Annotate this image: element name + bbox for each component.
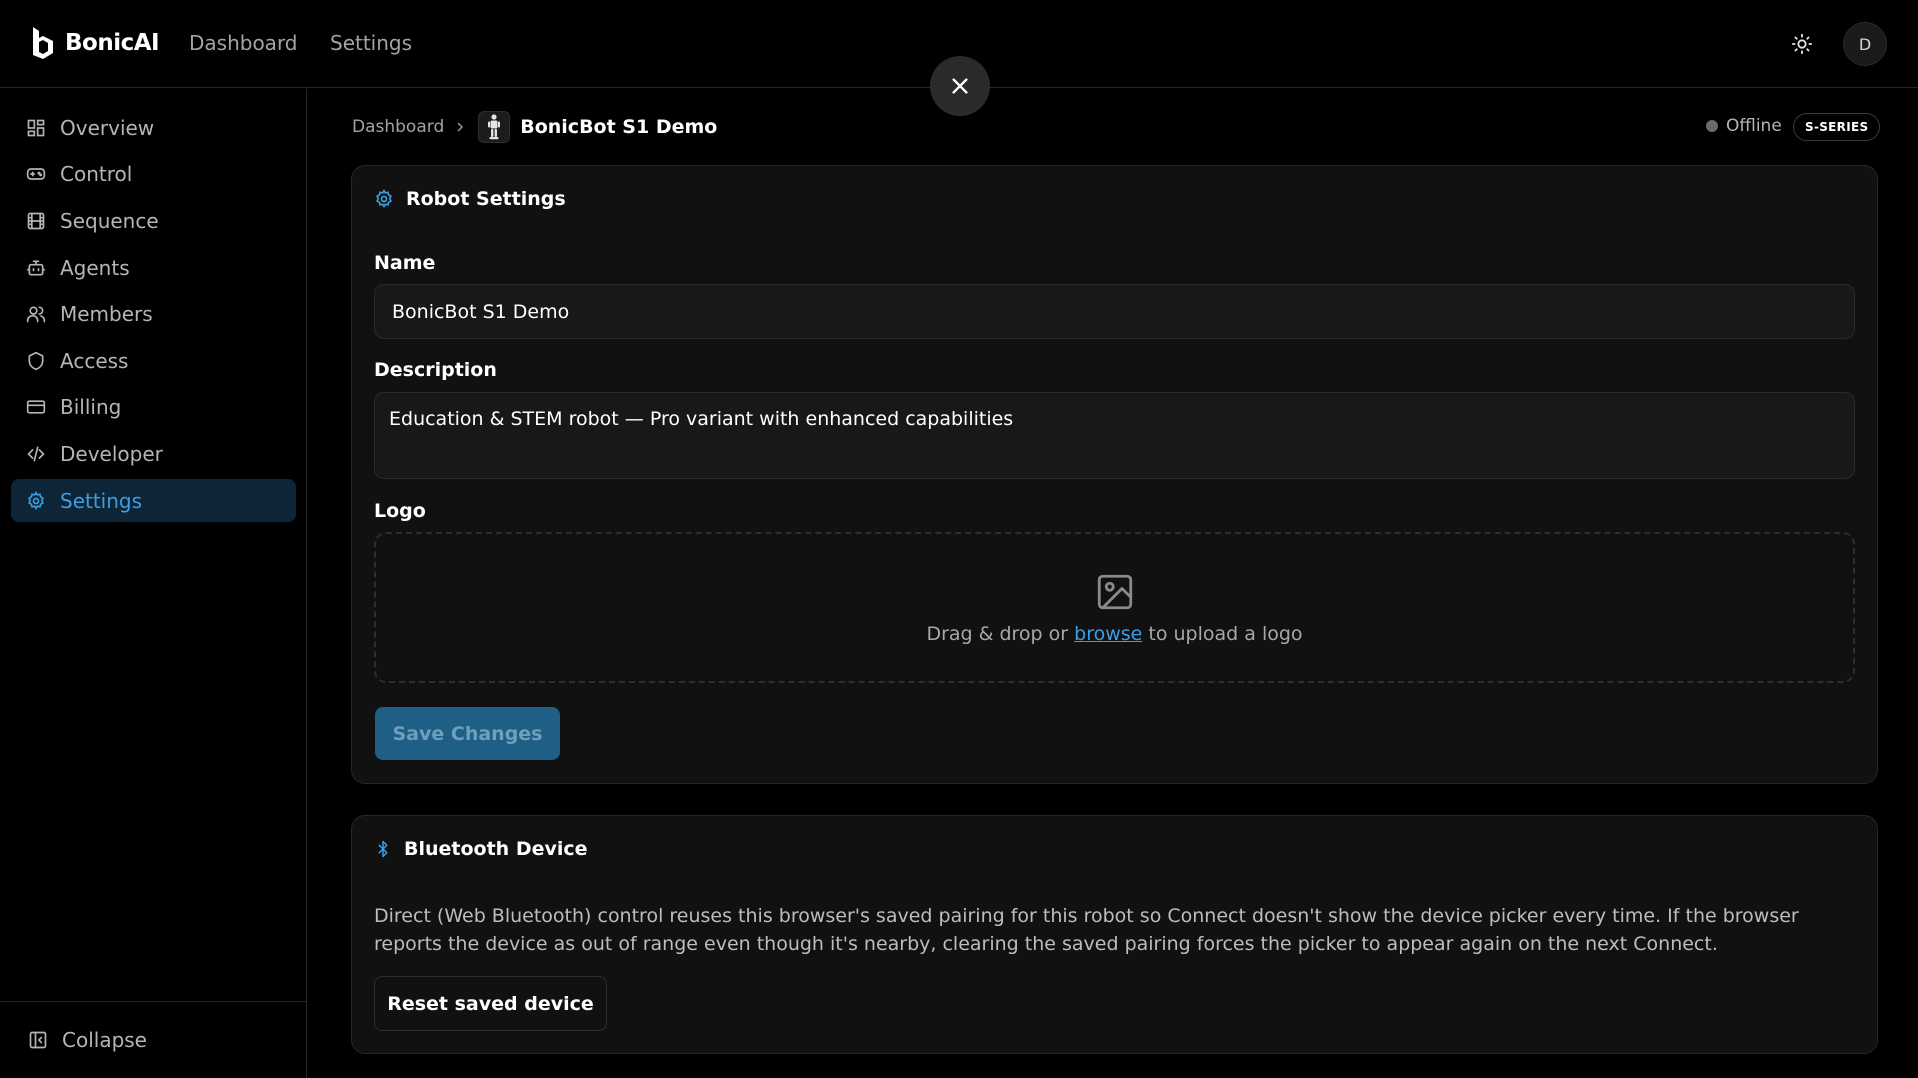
dropzone-suffix: to upload a logo (1148, 622, 1303, 645)
sidebar-item-label: Access (60, 348, 129, 373)
collapse-button[interactable]: Collapse (28, 1028, 147, 1052)
film-icon (27, 212, 45, 229)
status-indicator: Offline (1706, 116, 1782, 136)
bluetooth-description: Direct (Web Bluetooth) control reuses th… (374, 905, 1799, 955)
dropzone-text: Drag & drop or browse to upload a logo (926, 623, 1302, 645)
sidebar-item-agents[interactable]: Agents (11, 246, 296, 289)
sidebar-item-label: Billing (60, 394, 122, 419)
breadcrumb: Dashboard BonicBot S1 Demo (352, 110, 717, 144)
brand-name: BonicAI (65, 30, 160, 56)
sidebar-item-label: Sequence (60, 208, 159, 233)
shield-icon (28, 351, 44, 370)
bot-icon (26, 260, 46, 275)
save-changes-button[interactable]: Save Changes (375, 707, 560, 760)
sidebar-item-members[interactable]: Members (11, 292, 296, 335)
sidebar: Overview Control Sequence Agents Members… (0, 89, 307, 1078)
chevron-right-icon (454, 121, 466, 133)
name-label: Name (374, 252, 436, 274)
page-title: BonicBot S1 Demo (520, 116, 718, 138)
sidebar-item-settings[interactable]: Settings (11, 479, 296, 522)
sidebar-item-label: Control (60, 161, 133, 186)
sidebar-footer: Collapse (0, 1001, 306, 1078)
avatar[interactable]: D (1843, 22, 1887, 66)
bluetooth-icon (378, 840, 388, 858)
sidebar-collapse-icon (29, 1031, 47, 1049)
grid-icon (27, 119, 45, 136)
robot-settings-card: Robot Settings Name Description Educatio… (351, 165, 1878, 784)
bluetooth-card: Bluetooth Device Direct (Web Bluetooth) … (351, 815, 1878, 1054)
reset-saved-device-button[interactable]: Reset saved device (374, 976, 607, 1031)
brand[interactable]: BonicAI (29, 25, 160, 61)
description-textarea[interactable]: Education & STEM robot — Pro variant wit… (374, 392, 1855, 479)
sidebar-item-label: Settings (60, 488, 143, 513)
robot-avatar-icon (478, 111, 511, 143)
topnav-dashboard[interactable]: Dashboard (189, 31, 298, 55)
sidebar-item-label: Overview (60, 115, 155, 140)
credit-card-icon (26, 399, 46, 414)
topnav-settings[interactable]: Settings (330, 31, 412, 55)
sidebar-item-label: Agents (60, 255, 130, 280)
theme-toggle-button[interactable] (1788, 30, 1816, 58)
logo-dropzone[interactable]: Drag & drop or browse to upload a logo (374, 532, 1855, 683)
users-icon (26, 306, 46, 322)
close-button[interactable] (930, 56, 990, 116)
collapse-label: Collapse (62, 1028, 147, 1052)
status-dot (1706, 120, 1718, 132)
logo-label: Logo (374, 500, 426, 522)
card-title-text: Bluetooth Device (404, 838, 588, 860)
brand-logo-icon (33, 27, 53, 59)
status-label: Offline (1726, 116, 1782, 136)
sidebar-item-sequence[interactable]: Sequence (11, 199, 296, 242)
gamepad-icon (26, 167, 46, 180)
sidebar-item-overview[interactable]: Overview (11, 106, 296, 149)
gear-icon (28, 490, 44, 510)
description-label: Description (374, 359, 497, 381)
sidebar-item-developer[interactable]: Developer (11, 432, 296, 475)
gear-icon (376, 189, 392, 209)
sun-icon (1791, 33, 1813, 55)
sidebar-item-access[interactable]: Access (11, 339, 296, 382)
series-badge: S-SERIES (1793, 113, 1881, 141)
code-icon (27, 446, 45, 461)
name-input[interactable] (374, 284, 1855, 339)
breadcrumb-dashboard[interactable]: Dashboard (352, 117, 444, 137)
close-icon (952, 78, 968, 94)
sidebar-item-control[interactable]: Control (11, 152, 296, 195)
bluetooth-title: Bluetooth Device (374, 838, 588, 860)
image-icon (1097, 574, 1132, 609)
sidebar-item-label: Developer (60, 441, 163, 466)
sidebar-item-label: Members (60, 301, 153, 326)
robot-settings-title: Robot Settings (374, 188, 566, 210)
card-title-text: Robot Settings (406, 188, 566, 210)
dropzone-prefix: Drag & drop or (926, 622, 1069, 645)
sidebar-item-billing[interactable]: Billing (11, 385, 296, 428)
browse-link[interactable]: browse (1074, 623, 1142, 645)
